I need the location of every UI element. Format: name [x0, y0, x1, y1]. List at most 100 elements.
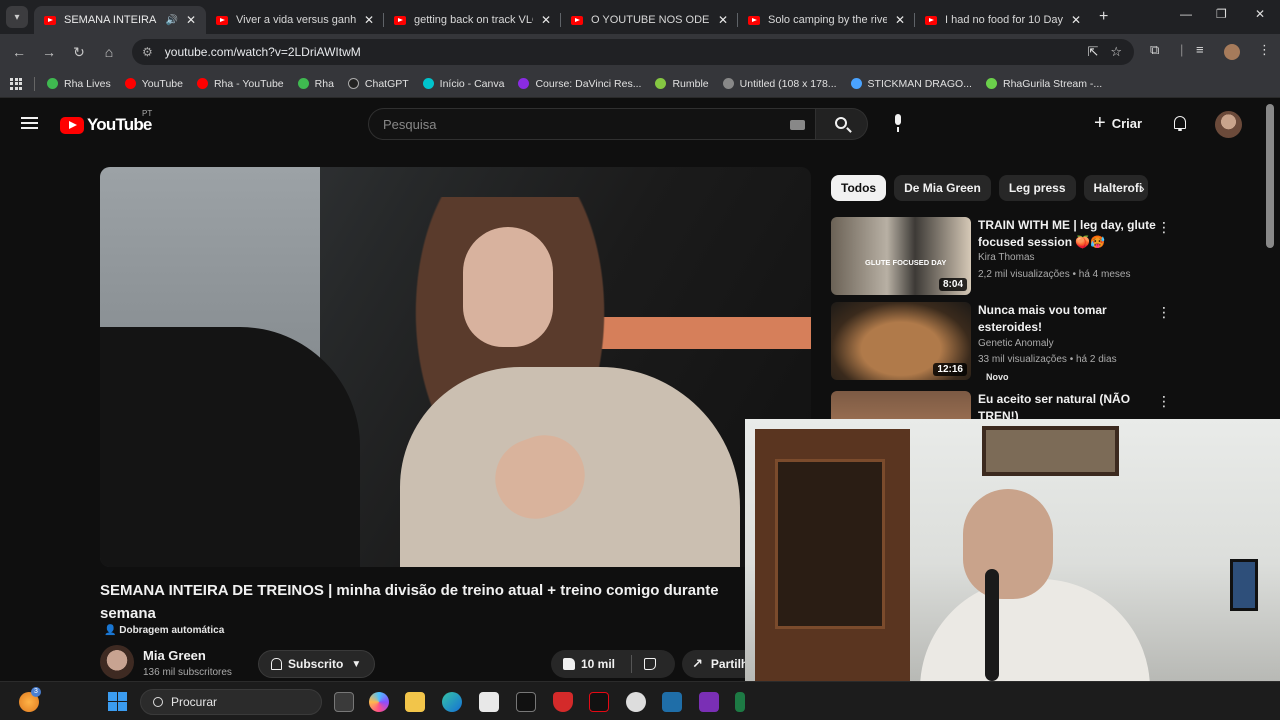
browser-tab[interactable]: Viver a vida versus ganhar ✕: [206, 6, 384, 34]
like-thumb-icon[interactable]: [563, 658, 575, 670]
channel-name[interactable]: Mia Green: [143, 648, 206, 663]
forward-arrow-icon[interactable]: →: [34, 44, 64, 60]
tab-search-chevron-icon[interactable]: ▾: [6, 6, 28, 28]
webcam-wall-frame: [982, 426, 1119, 476]
netflix-icon[interactable]: [589, 692, 609, 712]
edge-browser-icon[interactable]: [442, 692, 462, 712]
recommendation-channel[interactable]: Kira Thomas: [978, 252, 1035, 263]
recommendation-title[interactable]: Eu aceito ser natural (NÃO TREN!): [978, 391, 1173, 419]
bookmark-item[interactable]: Início - Canva: [422, 78, 504, 90]
speaker-icon[interactable]: 🔊: [165, 15, 177, 26]
chevron-down-icon: ▼: [351, 658, 362, 670]
keyboard-icon[interactable]: [790, 120, 805, 130]
bookmark-item[interactable]: YouTube: [124, 78, 183, 90]
back-arrow-icon[interactable]: ←: [4, 44, 34, 60]
url-text[interactable]: youtube.com/watch?v=2LDriAWItwM: [165, 45, 1088, 59]
bookmark-item[interactable]: Course: DaVinci Res...: [518, 78, 641, 90]
recommendation-title[interactable]: TRAIN WITH ME | leg day, glute focused s…: [978, 217, 1173, 251]
settings-gear-icon[interactable]: [626, 692, 646, 712]
bookmark-star-icon[interactable]: ☆: [1110, 44, 1122, 60]
browser-tab[interactable]: I had no food for 10 Days ✕: [915, 6, 1091, 34]
search-button[interactable]: [816, 108, 868, 140]
onenote-icon[interactable]: [699, 692, 719, 712]
create-button[interactable]: + Criar: [1094, 113, 1142, 133]
media-controls-icon[interactable]: ≡: [1196, 42, 1204, 57]
reload-icon[interactable]: ↻: [64, 44, 94, 61]
video-thumbnail[interactable]: GLUTE FOCUSED DAY 8:04: [831, 217, 971, 295]
recommendation-item[interactable]: GLUTE FOCUSED DAY 8:04 TRAIN WITH ME | l…: [831, 217, 1251, 297]
bookmark-item[interactable]: STICKMAN DRAGO...: [850, 78, 972, 90]
chevron-right-icon[interactable]: ›: [1140, 180, 1145, 196]
tab-close-icon[interactable]: ✕: [1071, 13, 1081, 27]
recommendation-item[interactable]: 12:16 Nunca mais vou tomar esteroides! G…: [831, 302, 1251, 382]
video-thumbnail[interactable]: 12:16: [831, 302, 971, 380]
copilot-icon[interactable]: [369, 692, 389, 712]
home-icon[interactable]: ⌂: [94, 44, 124, 60]
taskbar-search-input[interactable]: Procurar: [140, 689, 322, 715]
profile-avatar-icon[interactable]: [1224, 44, 1240, 60]
like-count[interactable]: 10 mil: [581, 657, 615, 671]
search-input[interactable]: Pesquisa: [368, 108, 816, 140]
task-view-icon[interactable]: [334, 692, 354, 712]
video-player[interactable]: [100, 167, 811, 567]
more-options-icon[interactable]: ⋮: [1157, 219, 1171, 236]
browser-menu-icon[interactable]: ⋮: [1258, 42, 1271, 58]
browser-tab[interactable]: Solo camping by the river ✕: [738, 6, 915, 34]
tab-close-icon[interactable]: ✕: [895, 13, 905, 27]
video-thumbnail[interactable]: [831, 391, 971, 419]
install-app-icon[interactable]: ⇱: [1087, 44, 1098, 60]
store-icon[interactable]: [479, 692, 499, 712]
dislike-thumb-icon[interactable]: [644, 658, 657, 670]
window-close-icon[interactable]: ✕: [1255, 7, 1265, 21]
new-tab-icon[interactable]: +: [1099, 8, 1108, 26]
microphone-icon[interactable]: [892, 114, 904, 134]
bookmark-item[interactable]: Untitled (108 x 178...: [722, 78, 837, 90]
browser-tab[interactable]: getting back on track VLOG ✕: [384, 6, 561, 34]
address-bar[interactable]: ⚙ youtube.com/watch?v=2LDriAWItwM ⇱ ☆: [132, 39, 1134, 65]
youtube-logo[interactable]: YouTube PT: [60, 109, 152, 135]
chip-leg-press[interactable]: Leg press: [998, 175, 1076, 201]
channel-avatar[interactable]: [100, 645, 134, 679]
file-explorer-icon[interactable]: [405, 692, 425, 712]
hamburger-menu-icon[interactable]: [21, 117, 38, 129]
extensions-icon[interactable]: ⧉: [1150, 42, 1159, 58]
bookmark-item[interactable]: Rha - YouTube: [196, 78, 284, 90]
bookmark-item[interactable]: Rumble: [655, 78, 709, 90]
account-avatar[interactable]: [1215, 111, 1242, 138]
windows-start-icon[interactable]: [108, 692, 127, 711]
site-info-icon[interactable]: ⚙: [142, 45, 153, 59]
recommendation-title[interactable]: Nunca mais vou tomar esteroides!: [978, 302, 1173, 336]
bookmark-item[interactable]: Rha Lives: [47, 78, 111, 90]
prime-video-icon[interactable]: [662, 692, 682, 712]
chip-channel[interactable]: De Mia Green: [894, 175, 991, 201]
tab-close-icon[interactable]: ✕: [718, 13, 728, 27]
webcam-microphone: [985, 569, 999, 681]
bookmark-item[interactable]: ChatGPT: [347, 78, 409, 90]
recommendation-item[interactable]: Eu aceito ser natural (NÃO TREN!) ⋮: [831, 391, 1251, 419]
more-options-icon[interactable]: ⋮: [1157, 393, 1171, 410]
restore-icon[interactable]: ❐: [1216, 7, 1227, 21]
recommendation-channel[interactable]: Genetic Anomaly: [978, 338, 1054, 349]
bookmark-item[interactable]: Rha: [297, 78, 334, 90]
tab-close-icon[interactable]: ✕: [541, 13, 551, 27]
tab-close-icon[interactable]: ✕: [186, 13, 196, 27]
browser-tab-active[interactable]: SEMANA INTEIRA DE T 🔊 ✕: [34, 6, 206, 34]
bookmarks-divider: [34, 76, 35, 91]
like-divider: [631, 655, 633, 673]
shield-app-icon[interactable]: [553, 692, 573, 712]
page-scrollbar[interactable]: [1266, 104, 1274, 248]
subscribe-button[interactable]: Subscrito ▼: [258, 650, 375, 678]
more-options-icon[interactable]: ⋮: [1157, 304, 1171, 321]
app-l-icon[interactable]: [516, 692, 536, 712]
bookmark-item[interactable]: RhaGurila Stream -...: [985, 78, 1102, 90]
chip-all[interactable]: Todos: [831, 175, 887, 201]
video-duration: 12:16: [933, 363, 967, 376]
excel-icon[interactable]: [735, 692, 745, 712]
bookmark-favicon-icon: [985, 78, 997, 89]
minimize-icon[interactable]: —: [1180, 7, 1192, 21]
tab-close-icon[interactable]: ✕: [364, 13, 374, 27]
notifications-bell-icon[interactable]: [1172, 115, 1188, 131]
chip-weightlifting[interactable]: Halterofi: [1083, 175, 1148, 201]
browser-tab[interactable]: O YOUTUBE NOS ODEIA - ✕: [561, 6, 738, 34]
apps-grid-icon[interactable]: [10, 77, 22, 90]
